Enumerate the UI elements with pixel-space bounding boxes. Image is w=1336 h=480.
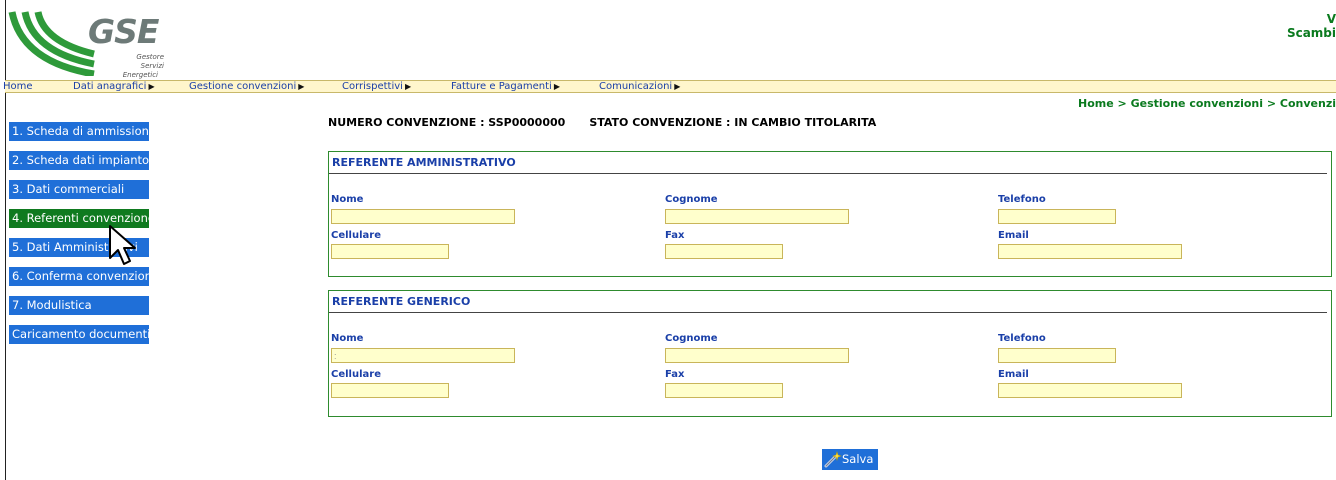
fax-label: Fax (665, 369, 685, 380)
fax-label: Fax (665, 230, 685, 241)
fax-input[interactable] (665, 244, 783, 259)
sidebar-item-scheda-ammissione[interactable]: 1. Scheda di ammissione (9, 122, 156, 141)
menu-item-label: Gestione convenzioni (189, 81, 297, 92)
triangle-right-icon: ▶ (674, 82, 681, 91)
mouse-pointer-icon (109, 225, 136, 265)
panel-divider (329, 312, 1327, 313)
gse-logo[interactable]: GSE Gestore Servizi Energetici (8, 10, 168, 79)
sidebar-item-dati-commerciali[interactable]: 3. Dati commerciali (9, 180, 149, 199)
nome-input[interactable] (331, 209, 515, 224)
cognome-input[interactable] (665, 209, 849, 224)
menu-item-home[interactable]: Home (3, 81, 33, 93)
menu-item-fatture-pagamenti[interactable]: Fatture e Pagamenti ▶ (451, 81, 560, 93)
header-info-line-2: Scambi (1286, 26, 1336, 40)
email-input[interactable] (998, 244, 1182, 259)
triangle-right-icon: ▶ (553, 82, 560, 91)
cognome-input[interactable] (665, 348, 849, 363)
menu-item-comunicazioni[interactable]: Comunicazioni ▶ (599, 81, 680, 93)
nome-label: Nome (331, 194, 364, 205)
telefono-label: Telefono (998, 194, 1046, 205)
triangle-right-icon: ▶ (404, 82, 412, 91)
cellulare-input[interactable] (331, 383, 449, 398)
panel-title: REFERENTE AMMINISTRATIVO (332, 156, 516, 169)
telefono-input[interactable] (998, 348, 1116, 363)
cellulare-input[interactable] (331, 244, 449, 259)
referente-generico-panel: REFERENTE GENERICO Nome Cognome Telefono… (328, 290, 1332, 417)
header-info-line-1: V (1326, 12, 1336, 26)
sidebar-item-modulistica[interactable]: 7. Modulistica (9, 296, 149, 315)
logo-subtext-3: Energetici (122, 71, 158, 79)
menu-item-label: Comunicazioni (599, 81, 673, 92)
logo-subtext-1: Gestore (136, 53, 164, 61)
save-button[interactable]: Salva (822, 449, 878, 470)
save-label: Salva (842, 452, 874, 466)
convention-info: NUMERO CONVENZIONE : SSP0000000 STATO CON… (328, 116, 876, 129)
panel-title: REFERENTE GENERICO (332, 295, 471, 308)
logo-subtext-2: Servizi (140, 62, 164, 70)
menu-item-label: Fatture e Pagamenti (451, 81, 552, 92)
sidebar-item-conferma-convenzione[interactable]: 6. Conferma convenzione (9, 267, 159, 286)
menu-item-label: Corrispettivi (342, 81, 403, 92)
email-input[interactable] (998, 383, 1182, 398)
main-menu-bar: Home Dati anagrafici ▶ Gestione convenzio… (3, 80, 1336, 93)
nome-input[interactable] (331, 348, 515, 363)
cellulare-label: Cellulare (331, 230, 381, 241)
triangle-right-icon: ▶ (148, 82, 155, 91)
cellulare-label: Cellulare (331, 369, 381, 380)
cognome-label: Cognome (665, 194, 718, 205)
menu-item-dati-anagrafici[interactable]: Dati anagrafici ▶ (73, 81, 155, 93)
sidebar-item-scheda-dati-impianto[interactable]: 2. Scheda dati impianto (9, 151, 149, 170)
nome-label: Nome (331, 333, 364, 344)
convention-status: STATO CONVENZIONE : IN CAMBIO TITOLARITA (589, 116, 877, 129)
menu-item-label: Dati anagrafici (73, 81, 147, 92)
logo-text: GSE (88, 12, 159, 51)
gse-logo-mark-icon (8, 11, 95, 76)
menu-item-corrispettivi[interactable]: Corrispettivi ▶ (342, 81, 411, 93)
fax-input[interactable] (665, 383, 783, 398)
menu-item-label: Home (3, 81, 33, 92)
email-label: Email (998, 369, 1029, 380)
panel-divider (329, 173, 1327, 174)
triangle-right-icon: ▶ (298, 82, 305, 91)
breadcrumb[interactable]: Home > Gestione convenzioni > Convenzi (1078, 97, 1336, 110)
page-left-border (5, 0, 6, 480)
convention-number: NUMERO CONVENZIONE : SSP0000000 (328, 116, 566, 129)
header-user-info: V Scambi (1287, 12, 1336, 40)
referente-amministrativo-panel: REFERENTE AMMINISTRATIVO Nome Cognome Te… (328, 151, 1332, 277)
cognome-label: Cognome (665, 333, 718, 344)
menu-item-gestione-convenzioni[interactable]: Gestione convenzioni ▶ (189, 81, 304, 93)
telefono-input[interactable] (998, 209, 1116, 224)
save-wand-icon (824, 451, 842, 468)
telefono-label: Telefono (998, 333, 1046, 344)
email-label: Email (998, 230, 1029, 241)
sidebar-item-caricamento-documenti[interactable]: Caricamento documenti (9, 325, 150, 344)
